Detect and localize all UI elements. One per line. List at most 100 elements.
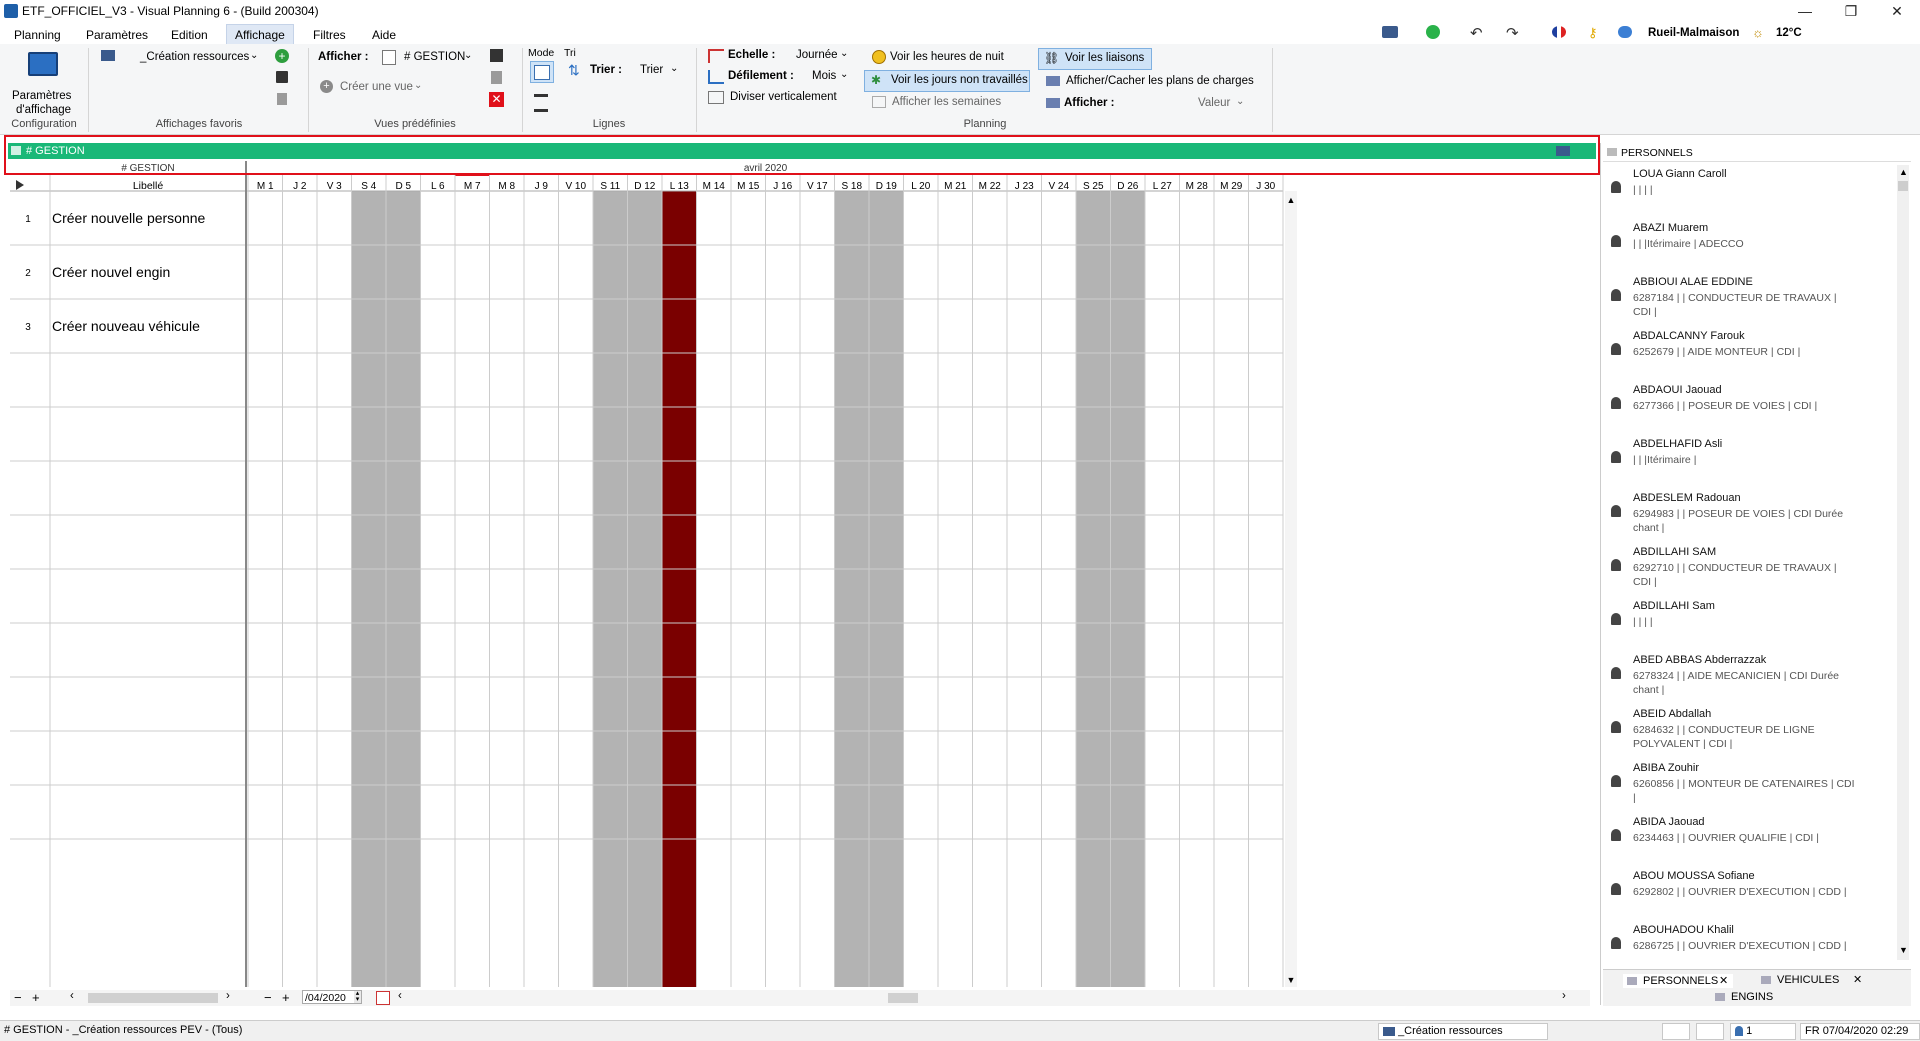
day-header[interactable]: D 12 [634, 181, 656, 192]
menu-affichage[interactable]: Affichage [226, 24, 294, 45]
scroll-down-icon[interactable]: ▼ [1287, 975, 1296, 985]
menu-planning[interactable]: Planning [6, 26, 69, 44]
person-item[interactable]: ABOU MOUSSA Sofiane 6292802 | | OUVRIER D… [1601, 867, 1897, 921]
status-calendar-icon[interactable] [1696, 1023, 1724, 1040]
grid-scrollbar[interactable] [1285, 191, 1297, 987]
day-header[interactable]: M 22 [979, 181, 1002, 192]
day-header[interactable]: M 29 [1220, 181, 1243, 192]
person-item[interactable]: ABED ABBAS Abderrazzak 6278324 | | AIDE M… [1601, 651, 1897, 705]
collapse-left-icon[interactable]: − [14, 990, 22, 1005]
timeline-scroll-right-icon[interactable]: › [1562, 990, 1566, 1002]
day-header[interactable]: M 28 [1186, 181, 1209, 192]
mode-button[interactable] [530, 61, 554, 83]
row-label[interactable]: Créer nouvel engin [52, 264, 170, 280]
person-item[interactable]: ABBIOUI ALAE EDDINE 6287184 | | CONDUCTEU… [1601, 273, 1897, 327]
day-header[interactable]: M 1 [257, 181, 274, 192]
day-header[interactable]: M 8 [498, 181, 515, 192]
day-header[interactable]: L 20 [911, 181, 931, 192]
day-header[interactable]: V 17 [807, 181, 828, 192]
day-header[interactable]: M 15 [737, 181, 760, 192]
day-header[interactable]: V 3 [327, 181, 342, 192]
person-item[interactable]: ABDILLAHI SAM 6292710 | | CONDUCTEUR DE T… [1601, 543, 1897, 597]
tab-personnels[interactable]: PERSONNELS ✕ [1623, 974, 1733, 988]
person-item[interactable]: ABDESLEM Radouan 6294983 | | POSEUR DE VO… [1601, 489, 1897, 543]
redo-icon[interactable]: ↷ [1506, 24, 1519, 42]
delete-view-icon[interactable] [491, 71, 502, 84]
tab-close-icon[interactable]: ✕ [1719, 974, 1728, 987]
view-bar-monitor-icon[interactable] [1556, 146, 1570, 156]
day-header[interactable]: J 16 [773, 181, 792, 192]
scroll-down-icon[interactable]: ▼ [1899, 945, 1908, 955]
night-hours-button[interactable]: Voir les heures de nuit [890, 51, 1004, 63]
zoom-out-icon[interactable]: − [264, 990, 272, 1005]
chevron-down-icon[interactable]: ⌄ [414, 80, 422, 91]
display-icon[interactable] [1382, 26, 1398, 38]
defilement-select[interactable]: Mois [812, 70, 836, 82]
diviser-button[interactable]: Diviser verticalement [730, 91, 837, 103]
scroll-left-icon[interactable]: ‹ [70, 990, 74, 1002]
favorite-select[interactable]: _Création ressources [140, 51, 249, 63]
date-spinner-icon[interactable]: ▴ ▾ [354, 990, 361, 1003]
person-item[interactable]: ABIDA Jaouad 6234463 | | OUVRIER QUALIFIE… [1601, 813, 1897, 867]
day-header[interactable]: L 13 [670, 181, 690, 192]
day-header[interactable]: S 4 [361, 181, 376, 192]
echelle-select[interactable]: Journée [796, 49, 838, 61]
restore-button[interactable]: ❐ [1828, 0, 1874, 22]
person-item[interactable]: ABAZI Muarem | | |Itérimaire | ADECCO [1601, 219, 1897, 273]
lines-icon[interactable] [534, 94, 548, 112]
day-header[interactable]: D 5 [395, 181, 411, 192]
day-header[interactable]: J 23 [1015, 181, 1034, 192]
day-header[interactable]: V 24 [1048, 181, 1069, 192]
chevron-down-icon[interactable]: ⌄ [840, 48, 848, 59]
add-favorite-icon[interactable]: + [275, 49, 289, 63]
timeline-scroll-left-icon[interactable]: ‹ [398, 990, 402, 1002]
save-view-icon[interactable] [490, 49, 503, 62]
row-label[interactable]: Créer nouvelle personne [52, 210, 206, 226]
close-view-icon[interactable]: ✕ [489, 92, 504, 107]
menu-parametres[interactable]: Paramètres [78, 26, 156, 44]
day-header[interactable]: J 30 [1256, 181, 1275, 192]
weeks-button[interactable]: Afficher les semaines [892, 96, 1001, 108]
scroll-thumb[interactable] [1898, 181, 1908, 191]
calendar-icon[interactable] [376, 991, 390, 1005]
day-header[interactable]: L 6 [431, 181, 445, 192]
chevron-down-icon[interactable]: ⌄ [1236, 96, 1244, 107]
person-item[interactable]: ABIBA Zouhir 6260856 | | MONTEUR DE CATEN… [1601, 759, 1897, 813]
chevron-down-icon[interactable]: ⌄ [250, 50, 258, 61]
scroll-up-icon[interactable]: ▲ [1287, 195, 1296, 205]
day-header[interactable]: S 25 [1083, 181, 1104, 192]
person-item[interactable]: ABDILLAHI Sam | | | | [1601, 597, 1897, 651]
links-button[interactable]: ⛓ Voir les liaisons [1038, 48, 1152, 70]
menu-edition[interactable]: Edition [163, 26, 216, 44]
date-input[interactable]: /04/2020 [302, 990, 362, 1004]
timeline-scroll-thumb[interactable] [888, 993, 918, 1003]
person-item[interactable]: ABOUHADOU Khalil 6286725 | | OUVRIER D'EX… [1601, 921, 1897, 965]
chevron-down-icon[interactable]: ⌄ [464, 50, 472, 61]
left-scroll-thumb[interactable] [88, 993, 218, 1003]
planning-grid[interactable]: # GESTION avril 2020 Libellé M 1 J 2 V 3 S 4 D … [10, 161, 1588, 987]
undo-icon[interactable]: ↶ [1470, 24, 1483, 42]
tab-vehicules[interactable]: VEHICULES ✕ [1741, 972, 1873, 988]
day-header[interactable]: L 27 [1153, 181, 1173, 192]
view-select[interactable]: # GESTION [404, 51, 465, 63]
scroll-up-icon[interactable]: ▲ [1899, 167, 1908, 177]
day-header[interactable]: M 14 [703, 181, 726, 192]
day-header[interactable]: D 26 [1117, 181, 1139, 192]
person-item[interactable]: ABDALCANNY Farouk 6252679 | | AIDE MONTEU… [1601, 327, 1897, 381]
trier-select[interactable]: Trier [640, 64, 663, 76]
row-label[interactable]: Créer nouveau véhicule [52, 318, 200, 334]
person-item[interactable]: ABDELHAFID Asli | | |Itérimaire | [1601, 435, 1897, 489]
chat-icon[interactable] [1618, 26, 1632, 38]
close-button[interactable]: ✕ [1874, 0, 1920, 22]
non-working-days-button[interactable]: ✱ Voir les jours non travaillés [864, 70, 1030, 92]
person-item[interactable]: LOUA Giann Caroll | | | | [1601, 165, 1897, 219]
day-header[interactable]: M 21 [944, 181, 967, 192]
panel-scrollbar[interactable]: ▲ ▼ [1897, 165, 1909, 960]
scroll-right-icon[interactable]: › [226, 990, 230, 1002]
person-item[interactable]: ABDAOUI Jaouad 6277366 | | POSEUR DE VOIE… [1601, 381, 1897, 435]
tab-close-icon[interactable]: ✕ [1853, 973, 1862, 986]
status-grid-icon[interactable] [1662, 1023, 1690, 1040]
create-view-icon[interactable]: + [320, 80, 333, 93]
chevron-down-icon[interactable]: ⌄ [670, 63, 678, 74]
day-header[interactable]: M 7 [464, 181, 481, 192]
